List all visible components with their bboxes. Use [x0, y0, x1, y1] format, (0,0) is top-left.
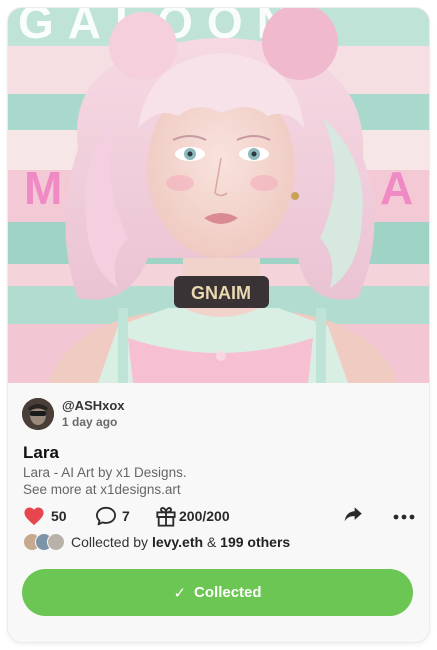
collected-by-label: Collected by: [71, 534, 149, 550]
post-time: 1 day ago: [62, 415, 118, 429]
likes-count: 50: [51, 508, 67, 524]
heart-icon: [23, 506, 45, 526]
collectors-ampersand: &: [206, 534, 217, 550]
comment-button[interactable]: 7: [95, 506, 155, 526]
comments-count: 7: [122, 508, 130, 524]
author-handle[interactable]: @ASHxox: [62, 398, 125, 414]
more-dots-icon: [393, 507, 415, 525]
comment-icon: [95, 506, 117, 526]
gift-icon: [155, 506, 177, 527]
post-title: Lara: [23, 443, 59, 462]
more-options-button[interactable]: [393, 505, 415, 527]
author-row[interactable]: @ASHxox 1 day ago: [22, 398, 125, 430]
like-button[interactable]: 50: [23, 506, 95, 526]
art-text-right: A: [380, 162, 413, 214]
collector-avatars: [23, 533, 69, 551]
stats-row: 50 7 200/200: [23, 505, 415, 527]
collectors-text: Collected by levy.eth & 199 others: [71, 534, 290, 550]
first-collector-name[interactable]: levy.eth: [152, 534, 203, 550]
author-meta: @ASHxox 1 day ago: [62, 398, 125, 430]
post-card: GALOON M A: [8, 8, 429, 642]
share-icon: [343, 505, 363, 528]
checkmark-icon: ✓: [173, 584, 187, 602]
post-description: Lara - AI Art by x1 Designs. See more at…: [23, 464, 187, 498]
collector-avatar: [47, 533, 65, 551]
editions-count: 200/200: [179, 508, 230, 524]
art-text-left: M: [24, 162, 62, 214]
other-collectors-count[interactable]: 199 others: [220, 534, 290, 550]
choker-text: GNAIM: [191, 283, 251, 303]
collected-button-label: Collected: [194, 584, 262, 601]
editions-stat[interactable]: 200/200: [155, 506, 230, 527]
collected-button[interactable]: ✓ Collected: [22, 569, 413, 616]
artwork-image[interactable]: GALOON M A: [8, 8, 429, 383]
description-line-1: Lara - AI Art by x1 Designs.: [23, 465, 187, 480]
share-button[interactable]: [341, 505, 365, 527]
author-avatar[interactable]: [22, 398, 54, 430]
collectors-row[interactable]: Collected by levy.eth & 199 others: [23, 533, 290, 551]
description-line-2: See more at x1designs.art: [23, 482, 181, 497]
